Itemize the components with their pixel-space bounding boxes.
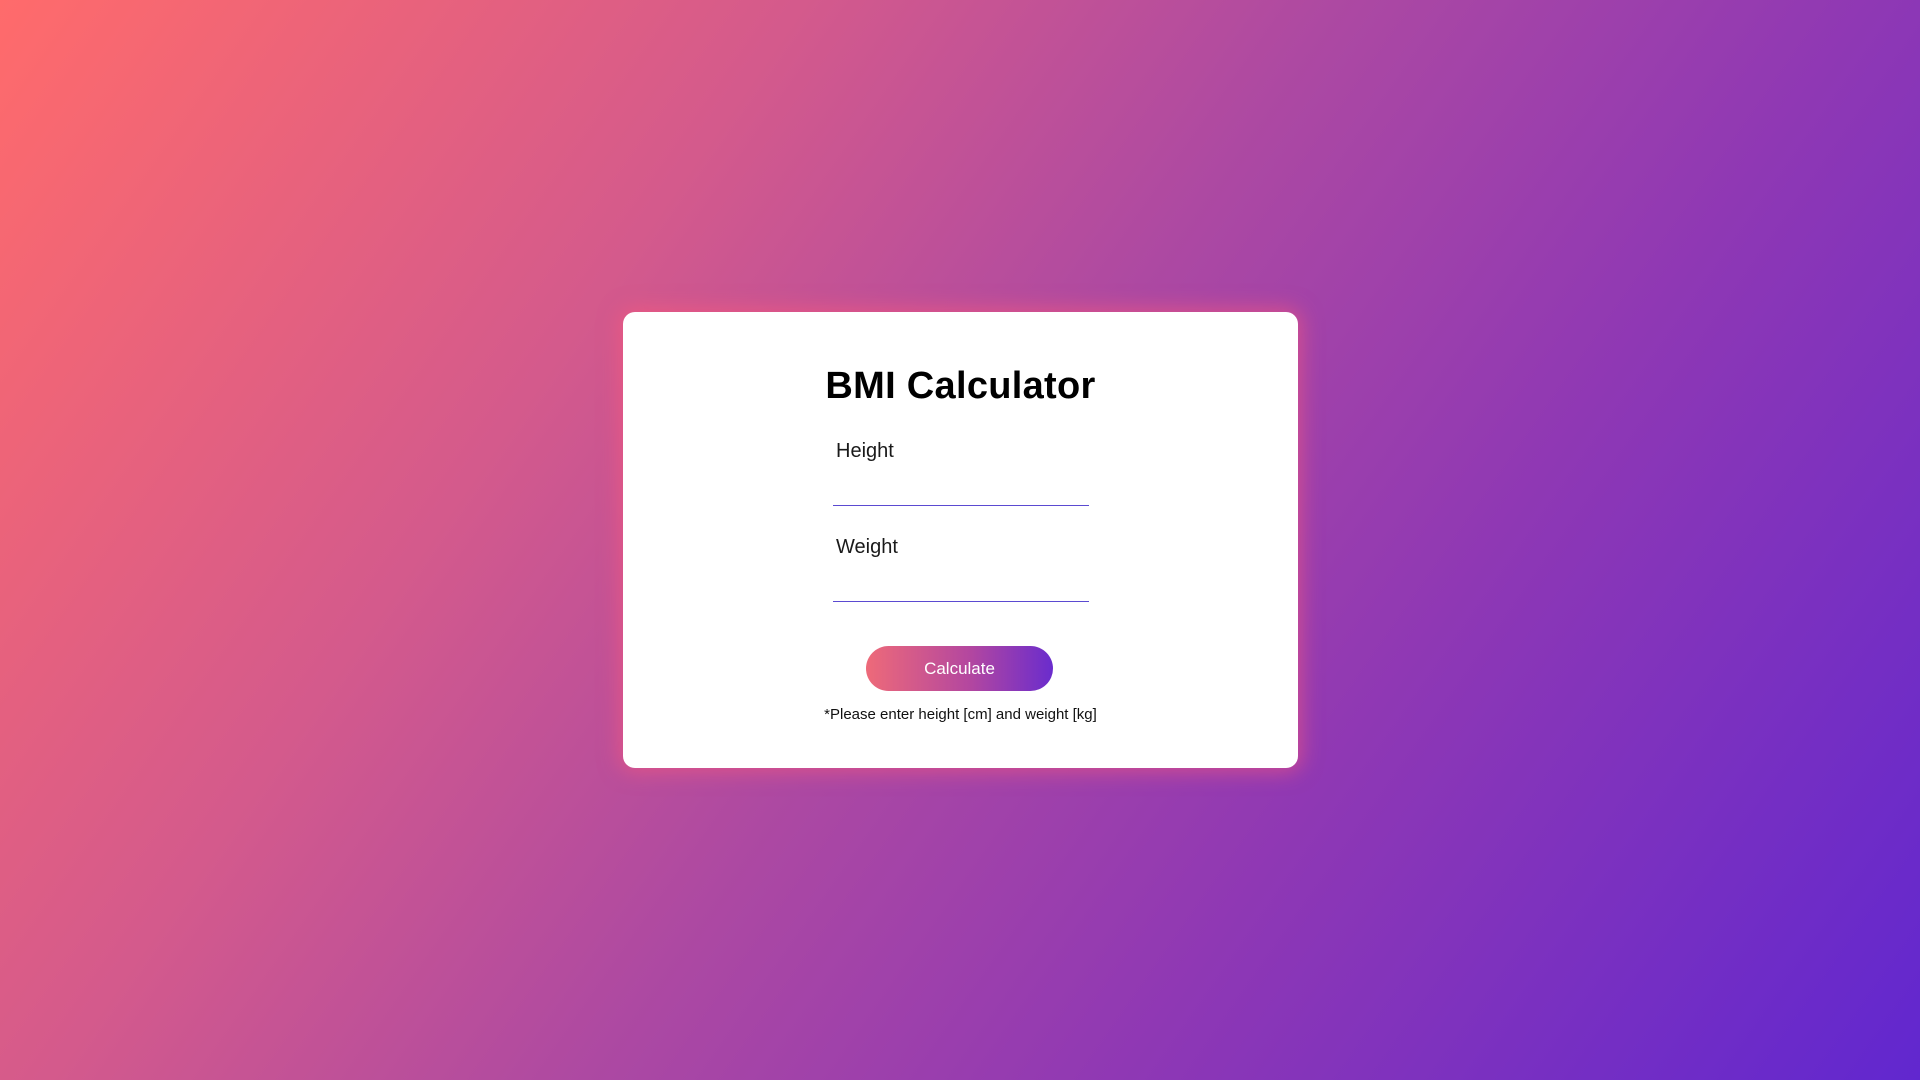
height-label: Height [836, 440, 894, 462]
height-input[interactable] [833, 476, 1089, 506]
weight-input[interactable] [833, 572, 1089, 602]
calculate-button[interactable]: Calculate [866, 646, 1053, 691]
height-field-group: Height [833, 440, 1089, 506]
instruction-note: *Please enter height [cm] and weight [kg… [824, 706, 1097, 723]
weight-label: Weight [836, 536, 898, 558]
weight-field-group: Weight [833, 536, 1089, 602]
bmi-card: BMI Calculator Height Weight Calculate *… [623, 312, 1298, 768]
page-title: BMI Calculator [825, 365, 1096, 407]
